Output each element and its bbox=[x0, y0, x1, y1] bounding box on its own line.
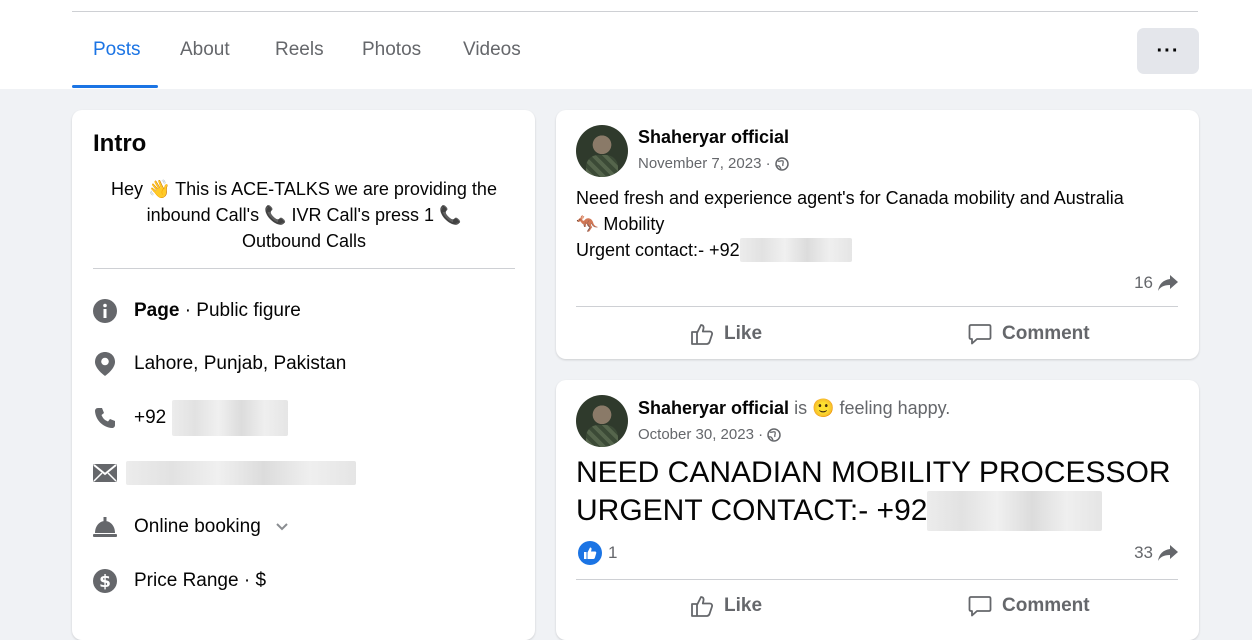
like-button[interactable]: Like bbox=[690, 322, 762, 346]
active-tab-indicator bbox=[72, 85, 158, 88]
intro-row-email bbox=[92, 458, 356, 488]
bell-icon bbox=[92, 514, 118, 540]
intro-row-price: $ Price Range · $ bbox=[92, 566, 266, 596]
post-text: NEED CANADIAN MOBILITY PROCESSOR URGENT … bbox=[576, 455, 1176, 531]
post-date-text: November 7, 2023 · bbox=[638, 155, 771, 172]
post-text-line: Need fresh and experience agent's for Ca… bbox=[576, 188, 1124, 208]
bio-line: inbound Call's 📞 IVR Call's press 1 📞 bbox=[146, 205, 462, 225]
share-count-value: 16 bbox=[1134, 273, 1153, 292]
comment-label: Comment bbox=[1002, 323, 1090, 344]
post-text-line: NEED CANADIAN MOBILITY PROCESSOR bbox=[576, 456, 1171, 489]
comment-icon bbox=[968, 324, 992, 345]
globe-icon bbox=[774, 156, 789, 171]
location-text: Lahore, Punjab, Pakistan bbox=[134, 353, 347, 374]
profile-tab-bar: Posts About Reels Photos Videos ··· bbox=[0, 0, 1252, 89]
post-author[interactable]: Shaheryar official bbox=[638, 398, 789, 418]
svg-text:$: $ bbox=[99, 572, 111, 592]
divider bbox=[72, 11, 1198, 12]
price-range-text: Price Range · $ bbox=[134, 570, 267, 591]
post-contact-text: Urgent contact:- +92 bbox=[576, 240, 740, 260]
intro-card: Intro Hey 👋 This is ACE-TALKS we are pro… bbox=[72, 110, 535, 640]
like-label: Like bbox=[724, 595, 763, 616]
booking-text: Online booking bbox=[134, 516, 261, 537]
chevron-down-icon bbox=[275, 522, 289, 532]
post-text: Need fresh and experience agent's for Ca… bbox=[576, 185, 1176, 263]
intro-row-phone: +92 bbox=[92, 400, 289, 436]
post-header-line: Shaheryar official is 🙂 feeling happy. bbox=[638, 398, 950, 419]
post-author[interactable]: Shaheryar official bbox=[638, 127, 789, 148]
phone-icon bbox=[92, 405, 118, 431]
page-label: Page bbox=[134, 300, 180, 321]
info-icon bbox=[92, 298, 118, 324]
post-text-line: 🦘 Mobility bbox=[576, 214, 665, 234]
post-date-text: October 30, 2023 · bbox=[638, 426, 764, 443]
bio-line: Outbound Calls bbox=[241, 231, 367, 251]
intro-row-booking[interactable]: Online booking bbox=[92, 512, 289, 542]
tab-posts[interactable]: Posts bbox=[93, 39, 141, 61]
share-count[interactable]: 33 bbox=[1134, 543, 1179, 563]
more-options-button[interactable]: ··· bbox=[1137, 28, 1199, 74]
post-contact-text: URGENT CONTACT:- +92 bbox=[576, 494, 928, 527]
tab-videos[interactable]: Videos bbox=[463, 39, 521, 61]
share-icon bbox=[1157, 274, 1179, 292]
intro-row-location: Lahore, Punjab, Pakistan bbox=[92, 349, 346, 379]
comment-button[interactable]: Comment bbox=[968, 594, 1090, 618]
dollar-icon: $ bbox=[92, 568, 118, 594]
redacted-email bbox=[126, 461, 356, 485]
post-text-line: Urgent contact:- +92 bbox=[576, 237, 1176, 263]
location-icon bbox=[92, 351, 118, 377]
redacted-phone bbox=[927, 491, 1103, 531]
avatar[interactable] bbox=[576, 395, 628, 447]
share-count-value: 33 bbox=[1134, 543, 1153, 562]
tab-reels[interactable]: Reels bbox=[275, 39, 324, 61]
feeling-text: feeling happy. bbox=[839, 398, 951, 418]
post-divider bbox=[576, 579, 1178, 580]
avatar[interactable] bbox=[576, 125, 628, 177]
phone-prefix: +92 bbox=[134, 407, 167, 428]
post-card: Shaheryar official November 7, 2023 · Ne… bbox=[556, 110, 1199, 359]
intro-title: Intro bbox=[93, 130, 147, 157]
intro-row-page: Page · Public figure bbox=[92, 296, 301, 326]
post-date[interactable]: October 30, 2023 · bbox=[638, 426, 781, 443]
like-label: Like bbox=[724, 323, 763, 344]
intro-bio: Hey 👋 This is ACE-TALKS we are providing… bbox=[93, 176, 515, 254]
reaction-count: 1 bbox=[608, 543, 618, 562]
redacted-phone bbox=[172, 400, 289, 436]
redacted-phone bbox=[739, 238, 852, 262]
post-divider bbox=[576, 306, 1178, 307]
comment-label: Comment bbox=[1002, 595, 1090, 616]
thumbs-up-icon bbox=[691, 596, 714, 617]
feeling-is: is bbox=[794, 398, 808, 418]
tab-about[interactable]: About bbox=[180, 39, 230, 61]
post-text-line: URGENT CONTACT:- +92 bbox=[576, 491, 1176, 531]
post-card: Shaheryar official is 🙂 feeling happy. O… bbox=[556, 380, 1199, 640]
intro-divider bbox=[93, 268, 515, 269]
thumbs-up-icon bbox=[691, 324, 714, 345]
post-date[interactable]: November 7, 2023 · bbox=[638, 155, 789, 172]
page-category: · Public figure bbox=[179, 300, 301, 321]
bio-line: Hey 👋 This is ACE-TALKS we are providing… bbox=[111, 179, 497, 199]
globe-icon bbox=[767, 427, 781, 442]
share-count[interactable]: 16 bbox=[1134, 273, 1179, 293]
like-button[interactable]: Like bbox=[690, 594, 762, 618]
comment-button[interactable]: Comment bbox=[968, 322, 1090, 346]
like-reaction-icon bbox=[578, 541, 602, 565]
smile-emoji-icon: 🙂 bbox=[812, 398, 835, 418]
comment-icon bbox=[968, 596, 992, 617]
share-icon bbox=[1157, 544, 1179, 562]
tab-photos[interactable]: Photos bbox=[362, 39, 421, 61]
reaction-summary[interactable]: 1 bbox=[578, 541, 617, 565]
mail-icon bbox=[92, 460, 118, 486]
